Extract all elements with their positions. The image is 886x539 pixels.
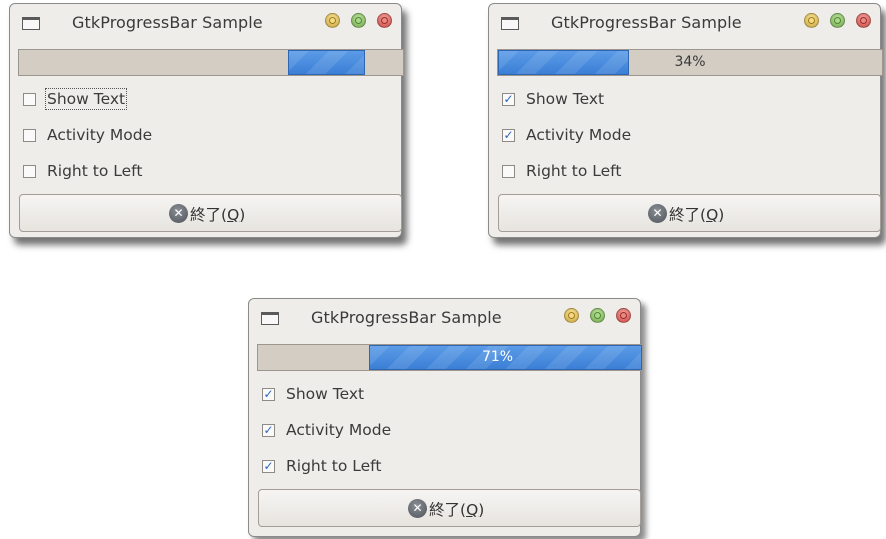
progress-fill [498,50,629,75]
title-bar[interactable]: GtkProgressBar Sample [10,4,401,42]
progressbar-window-2: GtkProgressBar Sample 34% ✓ Show Text ✓ … [488,3,883,238]
minimize-icon[interactable] [325,13,340,28]
window-icon[interactable] [261,312,279,325]
quit-button[interactable]: ✕ 終了(Q) [498,194,881,232]
quit-icon: ✕ [408,499,427,518]
close-icon[interactable] [856,13,871,28]
window-title: GtkProgressBar Sample [72,13,263,32]
maximize-icon[interactable] [830,13,845,28]
title-bar[interactable]: GtkProgressBar Sample [249,299,640,337]
progress-fill [369,345,642,370]
window-title: GtkProgressBar Sample [551,13,742,32]
checkbox-box[interactable]: ✓ [262,388,275,401]
checkbox-box[interactable] [23,129,36,142]
quit-icon: ✕ [169,204,188,223]
quit-button[interactable]: ✕ 終了(Q) [19,194,402,232]
checkbox-label[interactable]: Right to Left [47,162,142,180]
close-icon[interactable] [616,308,631,323]
checkbox-box[interactable]: ✓ [502,93,515,106]
maximize-icon[interactable] [590,308,605,323]
checkbox-box[interactable] [23,165,36,178]
checkbox-box[interactable]: ✓ [502,129,515,142]
checkbox-box[interactable] [23,93,36,106]
quit-label: 終了(Q) [429,501,485,519]
minimize-icon[interactable] [564,308,579,323]
checkbox-label[interactable]: Show Text [526,90,604,108]
checkbox-label[interactable]: Right to Left [526,162,621,180]
checkbox-box[interactable]: ✓ [262,424,275,437]
checkbox-label[interactable]: Activity Mode [47,126,152,144]
checkbox-label[interactable]: Right to Left [286,457,381,475]
quit-icon: ✕ [648,204,667,223]
progress-fill [287,50,365,75]
maximize-icon[interactable] [351,13,366,28]
checkbox-label[interactable]: Activity Mode [526,126,631,144]
minimize-icon[interactable] [804,13,819,28]
progressbar-window-1: GtkProgressBar Sample Show Text Activity… [9,3,404,238]
checkbox-label[interactable]: Activity Mode [286,421,391,439]
close-icon[interactable] [377,13,392,28]
checkbox-label[interactable]: Show Text [44,88,128,110]
quit-label: 終了(Q) [669,206,725,224]
quit-label: 終了(Q) [190,206,246,224]
window-icon[interactable] [501,17,519,30]
quit-button[interactable]: ✕ 終了(Q) [258,489,641,527]
checkbox-box[interactable] [502,165,515,178]
progressbar-window-3: GtkProgressBar Sample 71% ✓ Show Text ✓ … [248,298,643,537]
checkbox-box[interactable]: ✓ [262,460,275,473]
window-title: GtkProgressBar Sample [311,308,502,327]
title-bar[interactable]: GtkProgressBar Sample [489,4,880,42]
window-icon[interactable] [22,17,40,30]
progress-bar [18,49,404,76]
progress-bar: 34% [497,49,883,76]
checkbox-label[interactable]: Show Text [286,385,364,403]
progress-bar: 71% [257,344,643,371]
